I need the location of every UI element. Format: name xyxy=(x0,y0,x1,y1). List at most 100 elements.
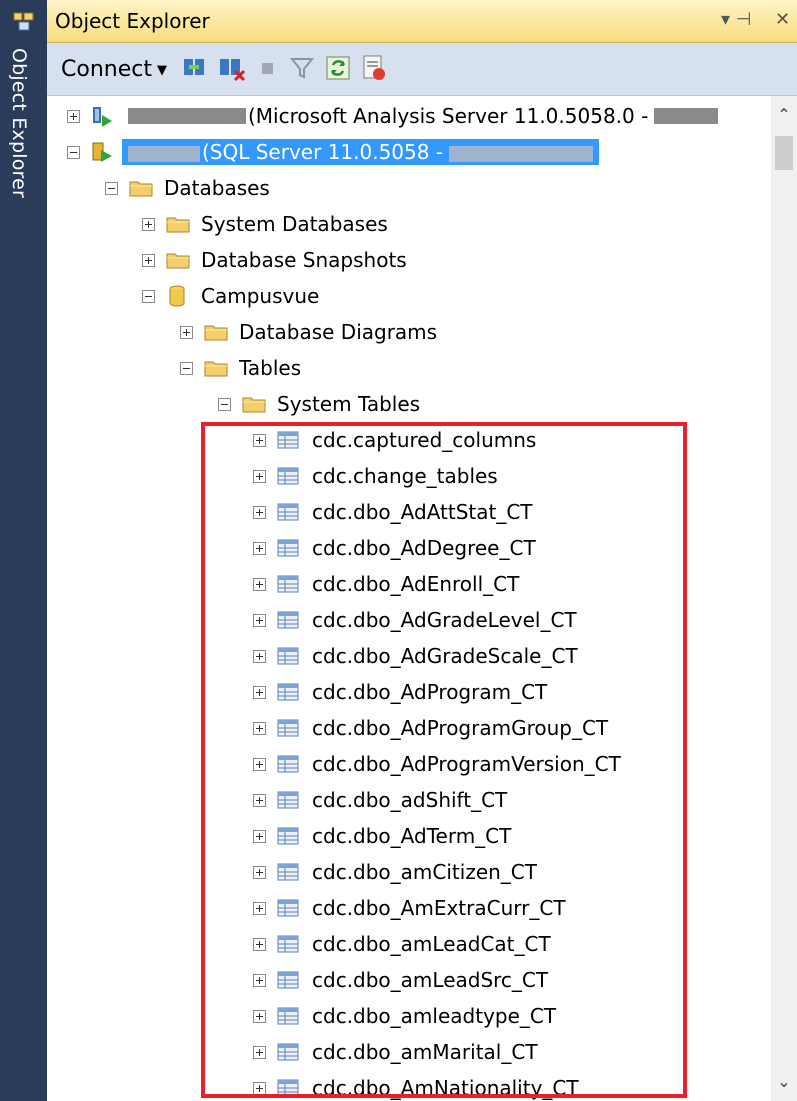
pin-dropdown-icon[interactable]: ▾ ⊣ xyxy=(721,8,751,32)
collapse-icon[interactable] xyxy=(67,145,80,159)
expand-icon[interactable] xyxy=(253,685,266,699)
table-row[interactable]: cdc.dbo_AdProgramVersion_CT xyxy=(253,747,621,781)
tree-node-database-snapshots[interactable]: Database Snapshots xyxy=(142,243,407,277)
expand-icon[interactable] xyxy=(253,505,266,519)
expand-icon[interactable] xyxy=(253,577,266,591)
table-icon xyxy=(277,431,299,449)
collapse-icon[interactable] xyxy=(105,181,118,195)
connect-button[interactable]: Connect ▼ xyxy=(61,54,167,84)
table-icon xyxy=(277,611,299,629)
table-icon xyxy=(277,791,299,809)
table-row[interactable]: cdc.dbo_AdGradeLevel_CT xyxy=(253,603,577,637)
object-explorer-side-tab[interactable]: Object Explorer xyxy=(0,0,47,1101)
analysis-server-icon xyxy=(93,107,112,127)
table-label: cdc.dbo_amCitizen_CT xyxy=(312,860,537,884)
close-icon[interactable]: ✕ xyxy=(775,8,790,32)
table-icon xyxy=(277,539,299,557)
vertical-scrollbar[interactable]: ⌃ ⌄ xyxy=(771,96,797,1101)
collapse-icon[interactable] xyxy=(218,397,231,411)
expand-icon[interactable] xyxy=(253,757,266,771)
redacted-text xyxy=(128,145,200,162)
table-label: cdc.dbo_AdAttStat_CT xyxy=(312,500,533,524)
table-row[interactable]: cdc.change_tables xyxy=(253,459,498,493)
refresh-icon[interactable] xyxy=(323,53,353,83)
expand-icon[interactable] xyxy=(253,649,266,663)
table-row[interactable]: cdc.dbo_AdProgramGroup_CT xyxy=(253,711,608,745)
stop-icon[interactable] xyxy=(253,53,283,83)
table-row[interactable]: cdc.captured_columns xyxy=(253,423,536,457)
collapse-icon[interactable] xyxy=(180,361,193,375)
databases-label: Databases xyxy=(164,176,270,200)
expand-icon[interactable] xyxy=(253,937,266,951)
table-label: cdc.dbo_amMarital_CT xyxy=(312,1040,538,1064)
table-row[interactable]: cdc.dbo_amCitizen_CT xyxy=(253,855,537,889)
table-row[interactable]: cdc.dbo_amLeadCat_CT xyxy=(253,927,551,961)
sql-server-label: (SQL Server 11.0.5058 - xyxy=(202,140,444,164)
expand-icon[interactable] xyxy=(67,109,80,123)
table-row[interactable]: cdc.dbo_amMarital_CT xyxy=(253,1035,538,1069)
system-tables-label: System Tables xyxy=(277,392,421,416)
expand-icon[interactable] xyxy=(142,253,155,267)
table-row[interactable]: cdc.dbo_AdAttStat_CT xyxy=(253,495,533,529)
tree-node-database-diagrams[interactable]: Database Diagrams xyxy=(180,315,437,349)
expand-icon[interactable] xyxy=(253,865,266,879)
table-row[interactable]: cdc.dbo_AdDegree_CT xyxy=(253,531,536,565)
expand-icon[interactable] xyxy=(253,973,266,987)
tree-node-analysis-server[interactable]: (Microsoft Analysis Server 11.0.5058.0 - xyxy=(67,99,720,133)
expand-icon[interactable] xyxy=(253,1045,266,1059)
expand-icon[interactable] xyxy=(253,793,266,807)
table-row[interactable]: cdc.dbo_AdGradeScale_CT xyxy=(253,639,578,673)
expand-icon[interactable] xyxy=(253,829,266,843)
scrollbar-thumb[interactable] xyxy=(775,136,793,170)
tree-node-system-tables[interactable]: System Tables xyxy=(218,387,420,421)
activity-monitor-icon[interactable] xyxy=(359,53,389,83)
connect-object-icon[interactable] xyxy=(181,53,211,83)
expand-icon[interactable] xyxy=(253,721,266,735)
table-label: cdc.dbo_AdEnroll_CT xyxy=(312,572,520,596)
tree-node-databases[interactable]: Databases xyxy=(105,171,270,205)
tree-node-system-databases[interactable]: System Databases xyxy=(142,207,388,241)
connect-label: Connect xyxy=(61,56,152,82)
table-row[interactable]: cdc.dbo_AmExtraCurr_CT xyxy=(253,891,566,925)
collapse-icon[interactable] xyxy=(142,289,155,303)
expand-icon[interactable] xyxy=(142,217,155,231)
panel-title: Object Explorer xyxy=(55,9,210,33)
table-label: cdc.dbo_AdProgramVersion_CT xyxy=(312,752,621,776)
table-icon xyxy=(277,1043,299,1061)
table-icon xyxy=(277,1007,299,1025)
table-label: cdc.dbo_AdGradeScale_CT xyxy=(312,644,578,668)
expand-icon[interactable] xyxy=(253,1009,266,1023)
table-row[interactable]: cdc.dbo_AdProgram_CT xyxy=(253,675,547,709)
table-row[interactable]: cdc.dbo_adShift_CT xyxy=(253,783,507,817)
table-icon xyxy=(277,719,299,737)
expand-icon[interactable] xyxy=(253,613,266,627)
tree-node-campusvue[interactable]: Campusvue xyxy=(142,279,319,313)
scroll-down-icon[interactable]: ⌄ xyxy=(771,1069,797,1095)
expand-icon[interactable] xyxy=(253,433,266,447)
table-icon xyxy=(277,899,299,917)
table-row[interactable]: cdc.dbo_AdTerm_CT xyxy=(253,819,511,853)
table-icon xyxy=(277,503,299,521)
table-icon xyxy=(277,647,299,665)
tree-node-sql-server[interactable]: (SQL Server 11.0.5058 - xyxy=(67,135,600,169)
expand-icon[interactable] xyxy=(253,541,266,555)
object-explorer-icon xyxy=(13,12,34,31)
table-row[interactable]: cdc.dbo_amLeadSrc_CT xyxy=(253,963,548,997)
table-label: cdc.dbo_AdDegree_CT xyxy=(312,536,536,560)
side-tab-label[interactable]: Object Explorer xyxy=(8,48,30,198)
disconnect-icon[interactable] xyxy=(217,53,247,83)
table-label: cdc.change_tables xyxy=(312,464,498,488)
expand-icon[interactable] xyxy=(180,325,193,339)
tree-node-tables[interactable]: Tables xyxy=(180,351,301,385)
table-row[interactable]: cdc.dbo_AmNationality_CT xyxy=(253,1071,579,1101)
scroll-up-icon[interactable]: ⌃ xyxy=(771,102,797,128)
table-icon xyxy=(277,863,299,881)
database-diagrams-label: Database Diagrams xyxy=(239,320,438,344)
table-row[interactable]: cdc.dbo_AdEnroll_CT xyxy=(253,567,519,601)
chevron-down-icon: ▼ xyxy=(156,62,167,78)
expand-icon[interactable] xyxy=(253,469,266,483)
table-row[interactable]: cdc.dbo_amleadtype_CT xyxy=(253,999,556,1033)
expand-icon[interactable] xyxy=(253,1081,266,1095)
expand-icon[interactable] xyxy=(253,901,266,915)
filter-icon[interactable] xyxy=(287,53,317,83)
